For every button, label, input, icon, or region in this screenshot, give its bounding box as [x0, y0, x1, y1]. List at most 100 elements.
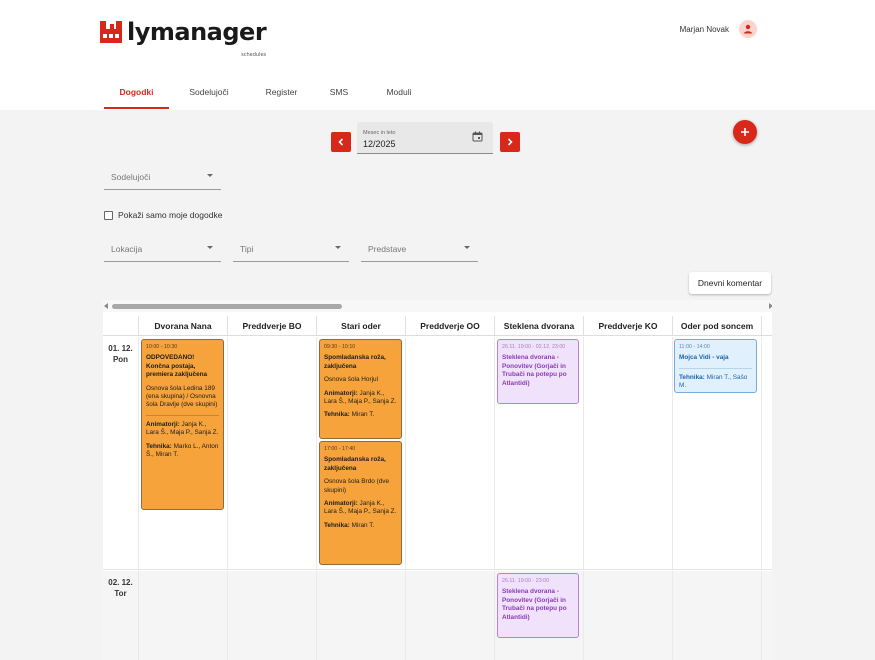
- day-date: 01. 12.: [108, 344, 133, 353]
- event-card[interactable]: 09:30 - 10:10 Spomladanska roža, zaključ…: [319, 339, 402, 439]
- event-card[interactable]: 26.11. 19:00 - 23:00 Steklena dvorana - …: [497, 573, 579, 638]
- types-select-label: Tipi: [240, 244, 254, 254]
- content-area: Mesec in leto 12/2025 Sodelujoči Pokaži …: [0, 110, 875, 660]
- column-header: Steklena dvorana: [495, 316, 584, 335]
- logo[interactable]: lymanager schedules: [100, 18, 267, 58]
- horizontal-scrollbar[interactable]: [103, 300, 772, 312]
- event-description: Osnova šola Ledina 189 (ena skupina) / O…: [146, 384, 218, 409]
- tech-label: Tehnika:: [324, 521, 350, 529]
- column-header: Stari oder: [317, 316, 406, 335]
- column-divider: [227, 337, 228, 569]
- day-date: 02. 12.: [108, 578, 133, 587]
- app-header: lymanager schedules Marjan Novak Dogodki…: [0, 0, 875, 110]
- only-mine-label: Pokaži samo moje dogodke: [118, 210, 223, 220]
- tab-sodelujoci[interactable]: Sodelujoči: [169, 80, 249, 109]
- event-description: Osnova šola Brdo (dve skupini): [324, 478, 390, 494]
- types-select[interactable]: Tipi: [233, 232, 349, 262]
- participants-select[interactable]: Sodelujoči: [104, 160, 221, 190]
- tech-label: Tehnika:: [324, 411, 350, 419]
- animators-label: Animatorji:: [324, 500, 358, 508]
- column-divider: [672, 337, 673, 569]
- daily-comment-button[interactable]: Dnevni komentar: [689, 272, 771, 294]
- event-time: 11:00 - 14:00: [679, 344, 710, 350]
- event-time: 17:00 - 17:40: [324, 446, 356, 452]
- day-weekday: Pon: [112, 355, 129, 364]
- column-divider: [227, 571, 228, 660]
- column-divider: [583, 337, 584, 569]
- avatar[interactable]: [739, 20, 757, 38]
- column-divider: [761, 337, 762, 569]
- column-divider: [494, 337, 495, 569]
- column-divider: [583, 571, 584, 660]
- scroll-left-arrow-icon[interactable]: [104, 303, 108, 309]
- calendar-icon[interactable]: [472, 131, 483, 142]
- event-card[interactable]: 26.11. 19:00 - 02.12. 23:00 Steklena dvo…: [497, 339, 579, 404]
- only-mine-checkbox[interactable]: [104, 210, 113, 220]
- event-time: 10:00 - 10:30: [146, 344, 178, 350]
- animators-label: Animatorji:: [324, 389, 358, 397]
- event-animators: Animatorji: Janja K., Lara Š., Maja P., …: [146, 421, 219, 438]
- location-select[interactable]: Lokacija: [104, 232, 221, 262]
- event-card[interactable]: 17:00 - 17:40 Spomladanska roža, zaključ…: [319, 441, 402, 565]
- calendar-grid: Dvorana Nana Preddverje BO Stari oder Pr…: [103, 300, 772, 660]
- tab-dogodki[interactable]: Dogodki: [104, 80, 169, 109]
- event-card[interactable]: 11:00 - 14:00 Mojca Vidi - vaja Tehnika:…: [674, 339, 757, 393]
- tab-moduli[interactable]: Moduli: [364, 80, 434, 109]
- animators-label: Animatorji:: [146, 420, 180, 428]
- tab-sms[interactable]: SMS: [314, 80, 364, 109]
- plus-icon: [741, 128, 749, 136]
- event-description: Osnova šola Horjul: [324, 376, 378, 384]
- scroll-right-arrow-icon[interactable]: [769, 303, 772, 309]
- shows-select[interactable]: Predstave: [361, 232, 478, 262]
- day-cell: 02. 12. Tor: [103, 571, 139, 660]
- day-weekday: Tor: [114, 589, 127, 598]
- column-divider: [494, 571, 495, 660]
- month-picker-value: 12/2025: [363, 139, 396, 149]
- tech-label: Tehnika:: [146, 442, 172, 450]
- tech-value: Miran T.: [351, 411, 375, 419]
- event-title: Spomladanska roža, zaključena: [324, 354, 386, 370]
- column-header: Oder pod soncem: [673, 316, 762, 335]
- event-tech: Tehnika: Miran T.: [324, 411, 397, 419]
- user-name: Marjan Novak: [679, 24, 729, 34]
- column-divider: [316, 337, 317, 569]
- user-menu[interactable]: Marjan Novak: [680, 20, 757, 38]
- person-icon: [744, 24, 752, 34]
- main-tabs: Dogodki Sodelujoči Register SMS Moduli: [104, 80, 434, 109]
- event-title: ODPOVEDANO! Končna postaja, premiera zak…: [146, 354, 208, 379]
- event-time: 26.11. 19:00 - 23:00: [502, 578, 550, 584]
- tech-label: Tehnika:: [679, 373, 705, 381]
- prev-month-button[interactable]: [331, 132, 351, 152]
- event-title: Steklena dvorana - Ponovitev (Gorjači in…: [502, 354, 567, 387]
- logo-text: lymanager schedules: [127, 18, 267, 58]
- event-title: Mojca Vidi - vaja: [679, 354, 729, 362]
- dropdown-arrow-icon: [464, 246, 470, 249]
- column-header: Preddverje OO: [406, 316, 495, 335]
- calendar-header: Dvorana Nana Preddverje BO Stari oder Pr…: [103, 316, 772, 336]
- tab-register[interactable]: Register: [249, 80, 314, 109]
- dropdown-arrow-icon: [207, 174, 213, 177]
- column-header: Dvorana Nana: [139, 316, 228, 335]
- calendar-row: 02. 12. Tor 26.11. 19:00 - 23:00 Steklen…: [103, 571, 772, 660]
- dropdown-arrow-icon: [207, 246, 213, 249]
- participants-select-label: Sodelujoči: [111, 172, 151, 182]
- logo-subtitle: schedules: [241, 52, 267, 58]
- column-divider: [316, 571, 317, 660]
- add-event-button[interactable]: [733, 120, 757, 144]
- column-divider: [405, 571, 406, 660]
- location-select-label: Lokacija: [111, 244, 143, 254]
- column-divider: [405, 337, 406, 569]
- event-divider: [146, 414, 219, 416]
- event-animators: Animatorji: Janja K., Lara Š., Maja P., …: [324, 500, 397, 517]
- scrollbar-thumb[interactable]: [112, 304, 342, 309]
- shows-select-label: Predstave: [368, 244, 407, 254]
- next-month-button[interactable]: [500, 132, 520, 152]
- dropdown-arrow-icon: [335, 246, 341, 249]
- column-header: Preddverje BO: [228, 316, 317, 335]
- column-header-spacer: [762, 316, 772, 335]
- event-tech: Tehnika: Marko L., Anton Š., Miran T.: [146, 443, 219, 460]
- only-mine-toggle[interactable]: Pokaži samo moje dogodke: [104, 210, 222, 220]
- event-card[interactable]: 10:00 - 10:30 ODPOVEDANO! Končna postaja…: [141, 339, 224, 510]
- logo-mark-icon: [100, 21, 122, 43]
- month-picker[interactable]: Mesec in leto 12/2025: [357, 122, 493, 154]
